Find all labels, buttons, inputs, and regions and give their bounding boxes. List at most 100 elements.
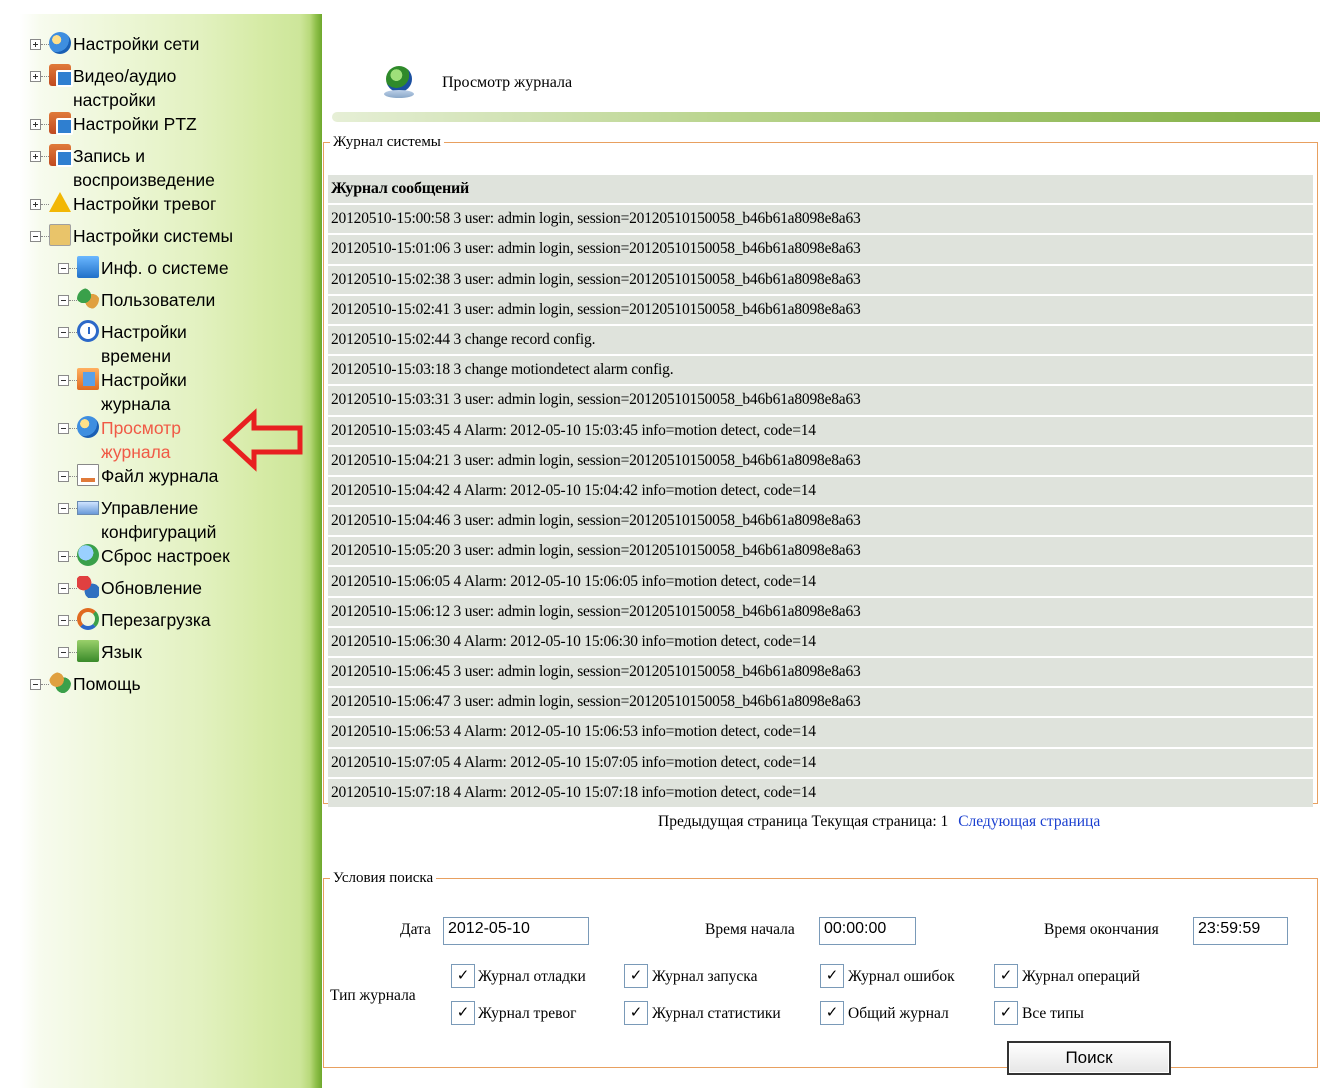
sidebar-item-video-audio[interactable]: Видео/аудио настройки xyxy=(30,64,203,112)
node-icon xyxy=(58,615,69,626)
debug-log-label: Журнал отладки xyxy=(478,968,586,985)
sidebar-item-label: Настройки журнала xyxy=(101,370,187,414)
log-row: 20120510-15:06:12 3 user: admin login, s… xyxy=(328,597,1313,626)
sidebar-item-journal-settings[interactable]: Настройки журнала xyxy=(58,368,211,416)
sidebar-item-log-view[interactable]: Просмотр журнала xyxy=(58,416,211,464)
log-row: 20120510-15:04:46 3 user: admin login, s… xyxy=(328,507,1313,536)
expand-icon[interactable] xyxy=(30,71,41,82)
log-row: 20120510-15:05:20 3 user: admin login, s… xyxy=(328,537,1313,566)
header-divider xyxy=(332,112,1320,122)
info-icon xyxy=(77,256,99,278)
reset-icon xyxy=(77,544,99,566)
expand-icon[interactable] xyxy=(30,199,41,210)
startup-log-checkbox[interactable]: ✓ xyxy=(624,964,648,988)
sidebar-item-label: Просмотр журнала xyxy=(101,418,181,462)
sidebar-item-language[interactable]: Язык xyxy=(58,640,276,664)
log-entry: 20120510-15:06:47 3 user: admin login, s… xyxy=(328,688,1313,717)
log-type-label: Тип журнала xyxy=(330,987,416,1004)
log-entry: 20120510-15:06:30 4 Alarm: 2012-05-10 15… xyxy=(328,627,1313,656)
general-log-checkbox[interactable]: ✓ xyxy=(820,1001,844,1025)
sidebar-item-help[interactable]: Помощь xyxy=(30,672,248,696)
log-entry: 20120510-15:02:38 3 user: admin login, s… xyxy=(328,265,1313,294)
alarm-log-checkbox[interactable]: ✓ xyxy=(451,1001,475,1025)
camera-icon xyxy=(49,144,73,167)
collapse-icon[interactable] xyxy=(30,231,41,242)
log-row: 20120510-15:03:18 3 change motiondetect … xyxy=(328,356,1313,385)
end-time-field[interactable]: 23:59:59 xyxy=(1193,917,1288,945)
log-row: 20120510-15:07:18 4 Alarm: 2012-05-10 15… xyxy=(328,778,1313,807)
sidebar-item-users[interactable]: Пользователи xyxy=(58,288,276,312)
operation-log-checkbox[interactable]: ✓ xyxy=(994,964,1018,988)
sidebar-item-system[interactable]: Настройки системы xyxy=(30,224,248,248)
statistics-log-label: Журнал статистики xyxy=(652,1005,781,1022)
general-log-label: Общий журнал xyxy=(848,1005,949,1022)
log-heading: Журнал сообщений xyxy=(328,175,1313,204)
help-icon xyxy=(49,672,71,694)
log-entry: 20120510-15:06:53 4 Alarm: 2012-05-10 15… xyxy=(328,718,1313,747)
debug-log-checkbox[interactable]: ✓ xyxy=(451,964,475,988)
update-icon xyxy=(77,576,99,598)
sidebar-item-reboot[interactable]: Перезагрузка xyxy=(58,608,276,632)
error-log-checkbox[interactable]: ✓ xyxy=(820,964,844,988)
node-icon xyxy=(58,551,69,562)
search-button[interactable]: Поиск xyxy=(1007,1041,1171,1075)
sidebar-item-recording[interactable]: Запись и воспроизведение xyxy=(30,144,243,192)
sidebar-item-alarms[interactable]: Настройки тревог xyxy=(30,192,248,216)
date-field[interactable]: 2012-05-10 xyxy=(443,917,589,945)
expand-icon[interactable] xyxy=(30,39,41,50)
log-row: 20120510-15:06:30 4 Alarm: 2012-05-10 15… xyxy=(328,627,1313,656)
sidebar: Настройки сети Видео/аудио настройки Нас… xyxy=(0,0,322,1088)
sidebar-item-label: Инф. о системе xyxy=(101,258,229,278)
sidebar-item-network[interactable]: Настройки сети xyxy=(30,32,248,56)
alarm-log-label: Журнал тревог xyxy=(478,1005,577,1022)
current-page-label: Текущая страница: 1 xyxy=(811,813,949,830)
log-entry: 20120510-15:03:45 4 Alarm: 2012-05-10 15… xyxy=(328,416,1313,445)
log-row: 20120510-15:06:05 4 Alarm: 2012-05-10 15… xyxy=(328,567,1313,596)
log-table: Журнал сообщений 20120510-15:00:58 3 use… xyxy=(328,173,1313,809)
sidebar-item-label: Помощь xyxy=(73,674,141,694)
log-entry: 20120510-15:01:06 3 user: admin login, s… xyxy=(328,235,1313,264)
log-entry: 20120510-15:04:21 3 user: admin login, s… xyxy=(328,446,1313,475)
log-entry: 20120510-15:07:05 4 Alarm: 2012-05-10 15… xyxy=(328,748,1313,777)
log-entry: 20120510-15:05:20 3 user: admin login, s… xyxy=(328,537,1313,566)
search-legend: Условия поиска xyxy=(333,870,434,886)
next-page-link[interactable]: Следующая страница xyxy=(958,813,1100,830)
log-entry: 20120510-15:06:12 3 user: admin login, s… xyxy=(328,597,1313,626)
expand-icon[interactable] xyxy=(30,151,41,162)
statistics-log-checkbox[interactable]: ✓ xyxy=(624,1001,648,1025)
search-conditions-panel: Условия поиска Дата 2012-05-10 Время нач… xyxy=(323,870,1318,1075)
sidebar-item-label: Сброс настроек xyxy=(101,546,230,566)
sidebar-item-config[interactable]: Управление конфигураций xyxy=(58,496,241,544)
node-icon xyxy=(58,295,69,306)
log-row: 20120510-15:06:53 4 Alarm: 2012-05-10 15… xyxy=(328,718,1313,747)
sidebar-item-update[interactable]: Обновление xyxy=(58,576,276,600)
log-entry: 20120510-15:04:46 3 user: admin login, s… xyxy=(328,507,1313,536)
sidebar-item-ptz[interactable]: Настройки PTZ xyxy=(30,112,248,136)
pagination: Предыдущая страница Текущая страница: 1 … xyxy=(658,813,1100,831)
date-label: Дата xyxy=(400,921,431,938)
node-icon xyxy=(58,263,69,274)
log-entry: 20120510-15:03:18 3 change motiondetect … xyxy=(328,356,1313,385)
language-icon xyxy=(77,640,99,662)
node-icon xyxy=(58,375,69,386)
sidebar-top xyxy=(0,0,322,14)
sidebar-item-time[interactable]: Настройки времени xyxy=(58,320,211,368)
all-types-label: Все типы xyxy=(1022,1005,1084,1022)
annotation-arrow-icon xyxy=(222,408,303,472)
log-entry: 20120510-15:04:42 4 Alarm: 2012-05-10 15… xyxy=(328,476,1313,506)
end-time-label: Время окончания xyxy=(1044,921,1159,938)
sidebar-item-system-info[interactable]: Инф. о системе xyxy=(58,256,276,280)
log-row: 20120510-15:01:06 3 user: admin login, s… xyxy=(328,235,1313,264)
journal-settings-icon xyxy=(77,368,99,390)
sidebar-item-label: Обновление xyxy=(101,578,203,598)
log-row: 20120510-15:04:42 4 Alarm: 2012-05-10 15… xyxy=(328,476,1313,506)
log-row: 20120510-15:02:44 3 change record config… xyxy=(328,325,1313,355)
sidebar-item-reset[interactable]: Сброс настроек xyxy=(58,544,276,568)
log-row: 20120510-15:06:45 3 user: admin login, s… xyxy=(328,658,1313,687)
expand-icon[interactable] xyxy=(30,119,41,130)
error-log-label: Журнал ошибок xyxy=(848,968,955,985)
start-time-field[interactable]: 00:00:00 xyxy=(819,917,916,945)
all-types-checkbox[interactable]: ✓ xyxy=(994,1001,1018,1025)
log-row: 20120510-15:03:45 4 Alarm: 2012-05-10 15… xyxy=(328,416,1313,445)
node-icon xyxy=(30,679,41,690)
